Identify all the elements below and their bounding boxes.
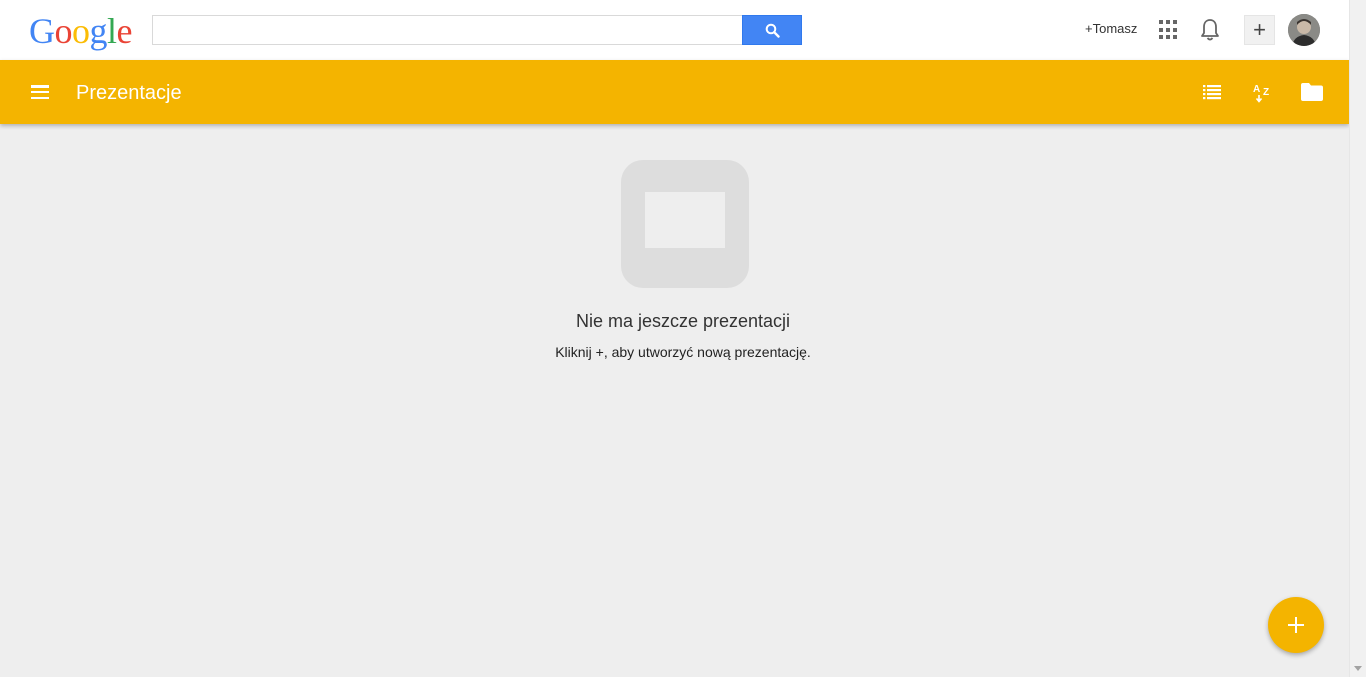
share-button[interactable]: + xyxy=(1244,15,1275,45)
list-view-icon[interactable] xyxy=(1203,84,1221,100)
create-presentation-button[interactable] xyxy=(1268,597,1324,653)
avatar[interactable] xyxy=(1288,14,1320,46)
share-plus-label: + xyxy=(1253,17,1266,42)
search-button[interactable] xyxy=(742,15,802,45)
app-toolbar: Prezentacje A Z xyxy=(0,60,1349,124)
sort-az-icon[interactable]: A Z xyxy=(1253,82,1273,104)
logo-letter: g xyxy=(89,11,108,51)
search-input[interactable] xyxy=(152,15,743,45)
plus-icon xyxy=(1288,617,1304,633)
user-photo-icon xyxy=(1288,14,1320,46)
logo-letter: l xyxy=(107,11,117,51)
logo-letter: o xyxy=(54,11,73,51)
empty-state-title: Nie ma jeszcze prezentacji xyxy=(575,311,791,331)
vertical-scrollbar[interactable] xyxy=(1349,0,1366,677)
logo-letter: G xyxy=(29,11,55,51)
bell-icon[interactable] xyxy=(1200,18,1220,42)
page-title: Prezentacje xyxy=(76,82,182,104)
search-box xyxy=(152,15,802,45)
google-logo[interactable]: Google xyxy=(29,11,133,51)
empty-state-subtitle: Kliknij +, aby utworzyć nową prezentację… xyxy=(555,344,811,360)
scroll-down-arrow-icon[interactable] xyxy=(1354,666,1362,671)
search-icon xyxy=(765,23,780,38)
logo-letter: o xyxy=(72,11,90,51)
svg-text:A: A xyxy=(1253,84,1260,95)
folder-icon[interactable] xyxy=(1301,83,1323,101)
apps-grid-icon[interactable] xyxy=(1159,20,1179,40)
empty-presentation-illustration xyxy=(621,160,749,288)
logo-letter: e xyxy=(116,11,133,51)
google-bar: Google +Tomasz + xyxy=(0,0,1349,60)
hamburger-menu-icon[interactable] xyxy=(31,85,49,99)
svg-text:Z: Z xyxy=(1263,87,1269,98)
slide-placeholder-icon xyxy=(645,192,725,248)
user-profile-link[interactable]: +Tomasz xyxy=(1085,21,1137,36)
